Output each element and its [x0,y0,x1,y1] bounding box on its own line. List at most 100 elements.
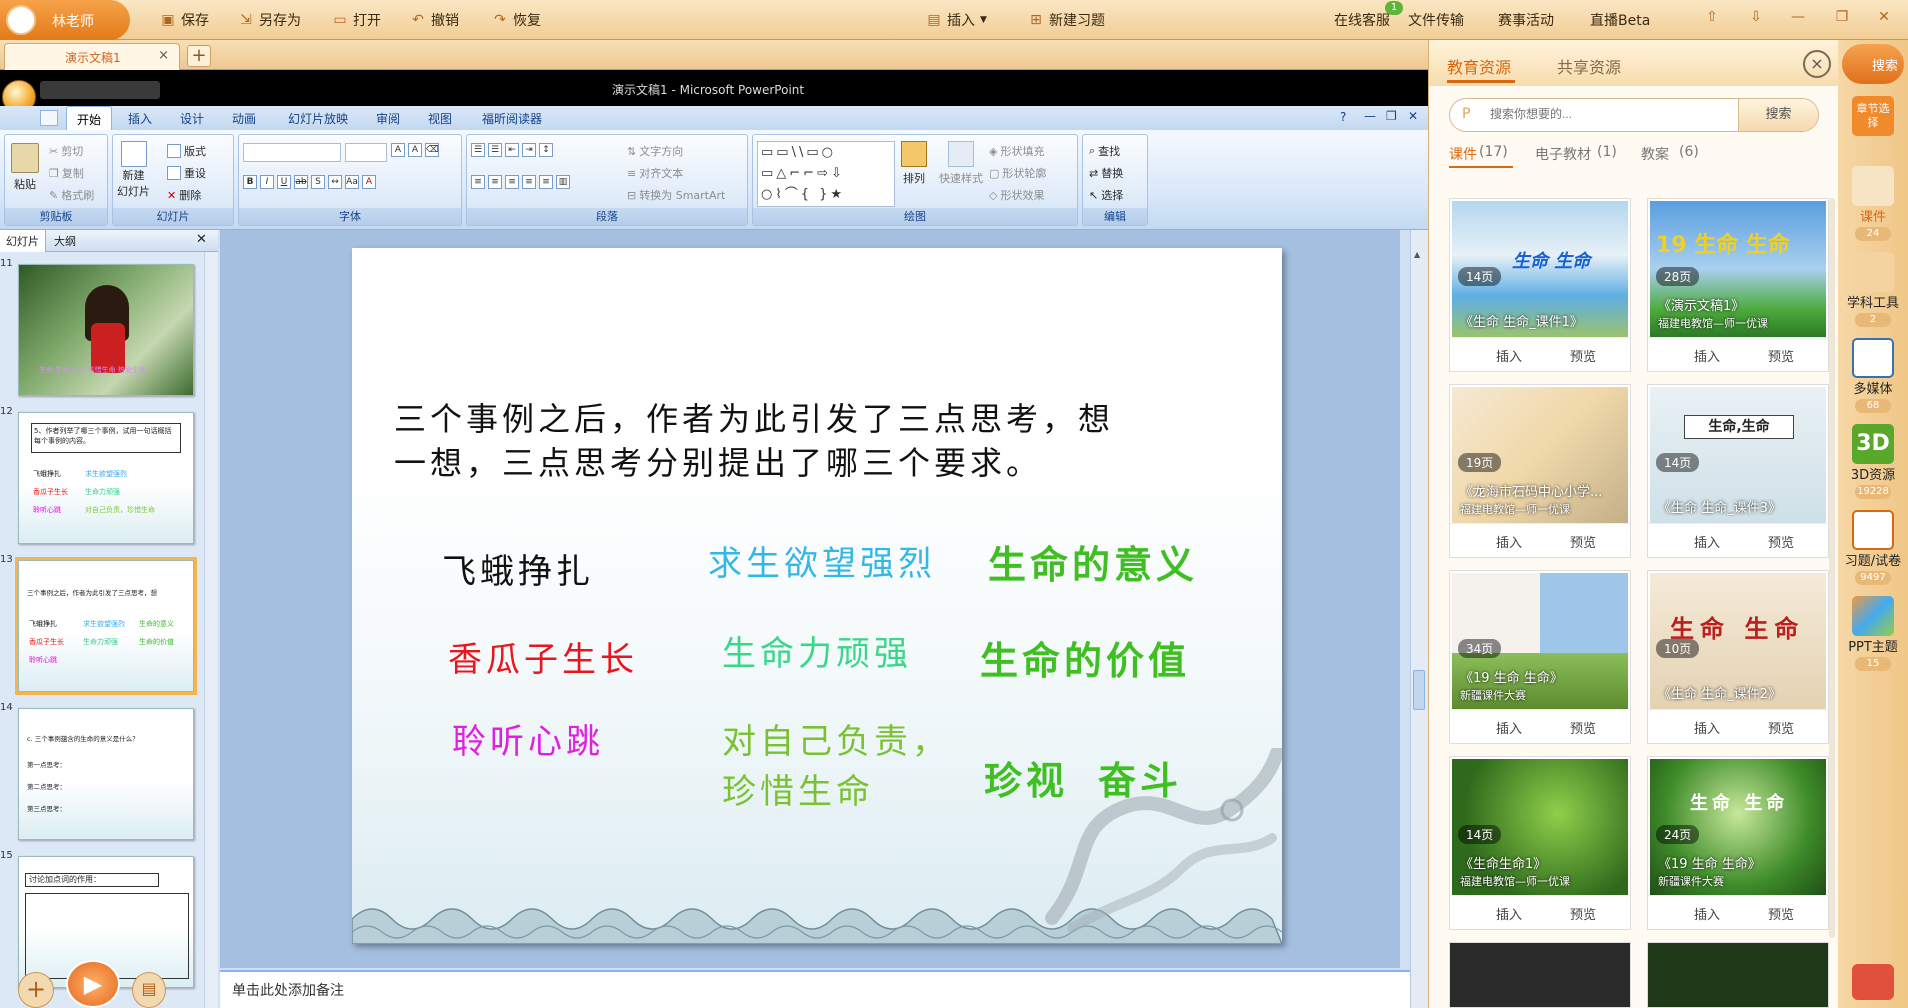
add-slide-button[interactable]: + [18,972,54,1008]
strikethrough-icon[interactable]: ab [294,175,308,189]
resource-card[interactable]: 生命 生命 14页 《生命 生命_课件1》 插入 预览 [1449,198,1631,372]
resource-card[interactable]: 14页 《生命生命1》 福建电教馆—师一优课 插入 预览 [1449,756,1631,930]
minimize-icon[interactable]: — [1790,10,1806,24]
preview-button[interactable]: 预览 [1768,346,1794,365]
shapes-gallery[interactable]: ▭▭\\▭○ ▭△⌐⌐⇨⇩ ○⌇⌒{ }★ [757,141,895,207]
avatar[interactable] [6,5,36,35]
ribbon-close-icon[interactable]: ✕ [1408,109,1418,123]
font-size-field[interactable] [345,143,387,162]
sidebar-search-button[interactable]: 搜索 [1842,44,1904,84]
category-courseware[interactable]: 课件 [1449,144,1477,164]
tab-close-icon[interactable]: × [158,48,169,63]
live-link[interactable]: 直播Beta [1590,10,1650,30]
chapter-select-button[interactable]: 章节选择 [1852,96,1894,136]
resource-card[interactable]: 生命 生命 24页 《19 生命 生命》 新疆课件大赛 插入 预览 [1647,756,1829,930]
insert-button[interactable]: 插入 [1496,346,1522,365]
scroll-thumb[interactable] [1413,670,1425,710]
delete-button[interactable]: ✕ 删除 [167,187,201,203]
cut-button[interactable]: ✂ 剪切 [49,143,83,159]
resource-card[interactable] [1449,942,1631,1008]
tab-animation[interactable]: 动画 [232,110,256,127]
resource-card[interactable]: 19 生命 生命 28页 《演示文稿1》 福建电教馆—师一优课 插入 预览 [1647,198,1829,372]
insert-button[interactable]: 插入 [1496,904,1522,923]
shape-outline-button[interactable]: ▢ 形状轮廓 [989,165,1046,181]
preview-button[interactable]: 预览 [1768,532,1794,551]
font-color-icon[interactable]: A [362,175,376,189]
insert-button[interactable]: 插入 [1694,718,1720,737]
tab-insert[interactable]: 插入 [128,110,152,127]
shape-effects-button[interactable]: ◇ 形状效果 [989,187,1044,203]
panel-close-icon[interactable]: × [1803,50,1831,78]
preview-button[interactable]: 预览 [1768,718,1794,737]
shadow-icon[interactable]: S [311,175,325,189]
open-button[interactable]: ▭ 打开 [332,10,381,30]
slide-thumbnail-11[interactable]: 生命 生命 —— 珍惜生命 热爱生命 [18,264,194,396]
slide-thumbnail-12[interactable]: 5、作者列举了哪三个事例，试用一句话概括每个事例的内容。 飞蛾挣扎 香瓜子生长 … [18,412,194,544]
insert-menu[interactable]: ▤ 插入 ▼ [926,10,987,30]
tab-review[interactable]: 审阅 [376,110,400,127]
align-buttons[interactable]: ≡ ≡ ≡ ≡ ≡ ▥ [471,175,570,189]
resource-scrollbar[interactable] [1829,198,1835,938]
current-slide[interactable]: 三个事例之后，作者为此引发了三点思考，想 一想，三点思考分别提出了哪三个要求。 … [352,248,1282,944]
category-lesson-plan[interactable]: 教案 [1641,144,1669,164]
notes-pane[interactable]: 单击此处添加备注 [220,970,1410,1008]
close-icon[interactable]: ✕ [1876,10,1892,24]
slides-pane-scrollbar[interactable] [204,252,218,1008]
insert-button[interactable]: 插入 [1694,532,1720,551]
slide-thumbnail-14[interactable]: c. 三个事例蕴含的生命的意义是什么？ 第一点思考： 第二点思考： 第三点思考： [18,708,194,840]
sidebar-item-3d[interactable]: 3D 3D资源 19228 [1838,424,1908,499]
play-button[interactable]: ▶ [66,960,120,1008]
sidebar-item-courseware[interactable]: 课件 24 [1838,166,1908,241]
online-service-link[interactable]: 在线客服 [1334,10,1390,30]
save-as-button[interactable]: ⇲ 另存为 [238,10,301,30]
preview-button[interactable]: 预览 [1570,718,1596,737]
tab-slides[interactable]: 幻灯片 [0,230,46,252]
underline-icon[interactable]: U [277,175,291,189]
align-text-button[interactable]: ≡ 对齐文本 [627,165,683,181]
tab-home[interactable]: 开始 [66,106,113,131]
tab-slideshow[interactable]: 幻灯片放映 [288,110,348,127]
new-slide-button[interactable]: 新建 幻灯片 [117,141,150,199]
slide-thumbnail-13-selected[interactable]: 三个事例之后，作者为此引发了三点思考，想 飞蛾挣扎 香瓜子生长 聆听心跳 求生欲… [15,557,197,695]
font-size-controls[interactable]: A A ⌫ [391,143,439,157]
restore-icon[interactable]: ❐ [1834,10,1850,24]
resource-card[interactable]: 生命 生命 10页 《生命 生命_课件2》 插入 预览 [1647,570,1829,744]
resource-card[interactable]: 34页 《19 生命 生命》 新疆课件大赛 插入 预览 [1449,570,1631,744]
tab-shared-resources[interactable]: 共享资源 [1557,54,1621,78]
document-tab[interactable]: 演示文稿1 × [4,43,180,70]
resource-search-button[interactable]: 搜索 [1738,99,1818,131]
slide-scrollbar[interactable]: ▲ [1410,230,1428,1008]
tab-outline[interactable]: 大纲 [54,233,76,249]
pane-close-icon[interactable]: ✕ [196,232,207,247]
redo-button[interactable]: ↷ 恢复 [492,10,541,30]
preview-button[interactable]: 预览 [1768,904,1794,923]
ribbon-minimize-icon[interactable]: — [1364,109,1376,123]
tab-view[interactable]: 视图 [428,110,452,127]
insert-button[interactable]: 插入 [1496,532,1522,551]
font-name-field[interactable] [243,143,341,162]
slide-sorter-icon[interactable]: ▤ [132,972,166,1008]
tab-design[interactable]: 设计 [180,110,204,127]
cloud-icon[interactable] [1852,964,1894,1000]
bold-icon[interactable]: B [243,175,257,189]
text-direction-button[interactable]: ⇅ 文字方向 [627,143,683,159]
arrange-button[interactable]: 排列 [901,141,927,186]
resource-search-input[interactable] [1490,107,1730,121]
save-button[interactable]: ▣ 保存 [160,10,209,30]
preview-button[interactable]: 预览 [1570,904,1596,923]
file-transfer-link[interactable]: 文件传输 [1408,10,1464,30]
preview-button[interactable]: 预览 [1570,532,1596,551]
font-format-buttons[interactable]: B I Uab S ↔ Aa A [243,175,376,189]
resource-card[interactable]: 19页 《龙海市石码中心小学... 福建电教馆—师一优课 插入 预览 [1449,384,1631,558]
spacing-icon[interactable]: ↔ [328,175,342,189]
user-profile[interactable]: 林老师 [0,0,130,40]
sidebar-item-multimedia[interactable]: 多媒体 68 [1838,338,1908,413]
resource-card[interactable]: 生命,生命 14页 《生命 生命_课件3》 插入 预览 [1647,384,1829,558]
upload-icon[interactable]: ⇧ [1704,10,1720,24]
quick-styles-button[interactable]: 快速样式 [939,141,983,186]
sidebar-item-exercises[interactable]: 习题/试卷 9497 [1838,510,1908,585]
new-tab-button[interactable]: + [187,45,211,67]
undo-button[interactable]: ↶ 撤销 [410,10,459,30]
new-exercise-button[interactable]: ⊞ 新建习题 [1028,10,1105,30]
events-link[interactable]: 赛事活动 [1498,10,1554,30]
